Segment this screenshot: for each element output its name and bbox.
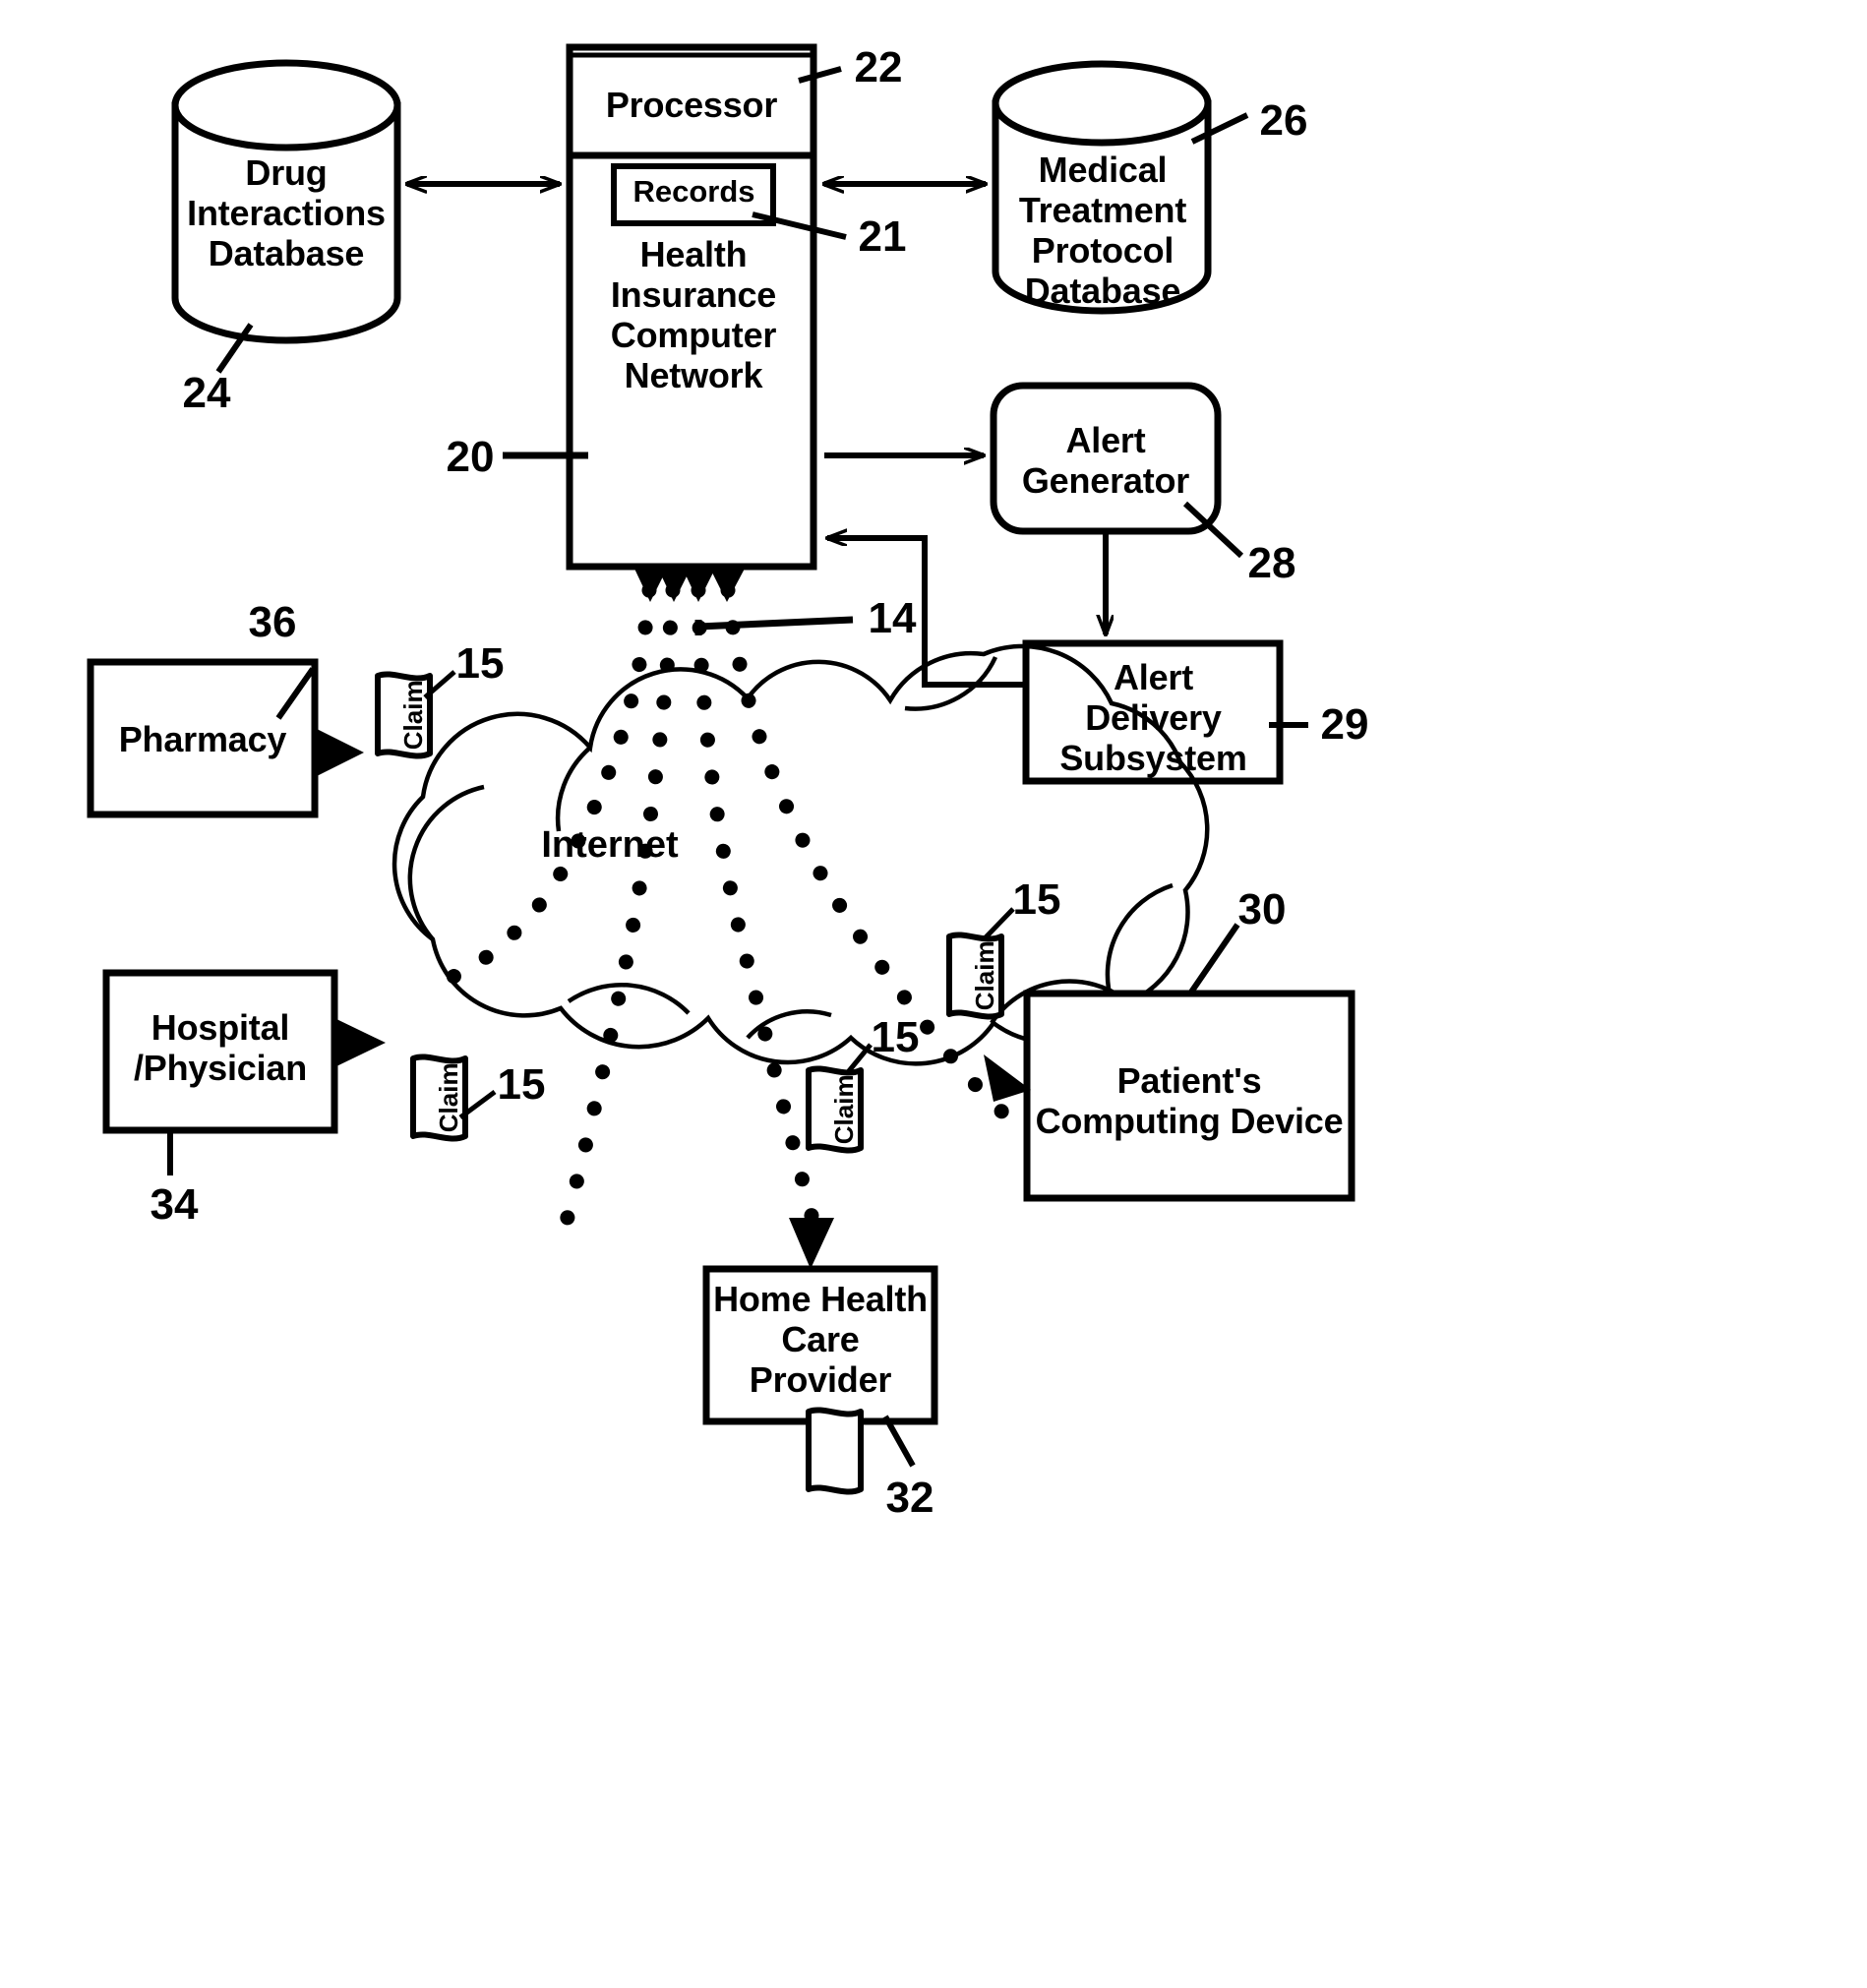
ref-numeral-15-patient: 15 xyxy=(1012,875,1061,924)
claim-label-patient: Claim xyxy=(970,940,1000,1011)
ref-numeral-24: 24 xyxy=(182,369,231,417)
ref-numeral-36: 36 xyxy=(248,598,297,646)
alert-delivery-subsystem-label: Alert Delivery Subsystem xyxy=(1059,657,1247,779)
processor-label: Processor xyxy=(605,85,778,125)
claim-label-homehealth: Claim xyxy=(829,1074,860,1145)
home-health-care-provider-label: Home Health Care Provider xyxy=(713,1279,928,1401)
alert-generator-label: Alert Generator xyxy=(1021,420,1190,502)
ref-numeral-26: 26 xyxy=(1259,96,1308,145)
ref-numeral-22: 22 xyxy=(854,43,903,91)
ref-numeral-15-homehealth: 15 xyxy=(871,1013,920,1061)
drug-interactions-database-label: Drug Interactions Database xyxy=(187,152,386,274)
internet-label: Internet xyxy=(541,824,679,866)
ref-numeral-15-pharmacy: 15 xyxy=(455,639,505,688)
medical-treatment-protocol-database-label: Medical Treatment Protocol Database xyxy=(1018,150,1187,312)
patient-computing-device-label: Patient's Computing Device xyxy=(1035,1060,1344,1142)
health-insurance-network-label: Health Insurance Computer Network xyxy=(610,234,777,396)
hospital-physician-label: Hospital /Physician xyxy=(133,1007,308,1089)
ref-numeral-34: 34 xyxy=(150,1180,199,1229)
ref-numeral-21: 21 xyxy=(858,212,907,261)
pharmacy-label: Pharmacy xyxy=(118,719,287,759)
ref-numeral-28: 28 xyxy=(1247,539,1296,587)
records-label: Records xyxy=(632,174,755,209)
claim-label-hospital: Claim xyxy=(434,1062,464,1133)
claim-label-pharmacy: Claim xyxy=(398,680,429,751)
ref-numeral-15-hospital: 15 xyxy=(497,1060,546,1109)
patent-figure-page: Drug Interactions Database 24 Processor … xyxy=(0,0,1867,1988)
ref-numeral-29: 29 xyxy=(1320,700,1369,749)
ref-numeral-32: 32 xyxy=(885,1474,934,1522)
ref-numeral-30: 30 xyxy=(1237,885,1287,934)
extra-leaders-layer xyxy=(806,1043,873,1154)
ref-numeral-14: 14 xyxy=(868,594,917,642)
ref-numeral-20: 20 xyxy=(446,433,495,481)
